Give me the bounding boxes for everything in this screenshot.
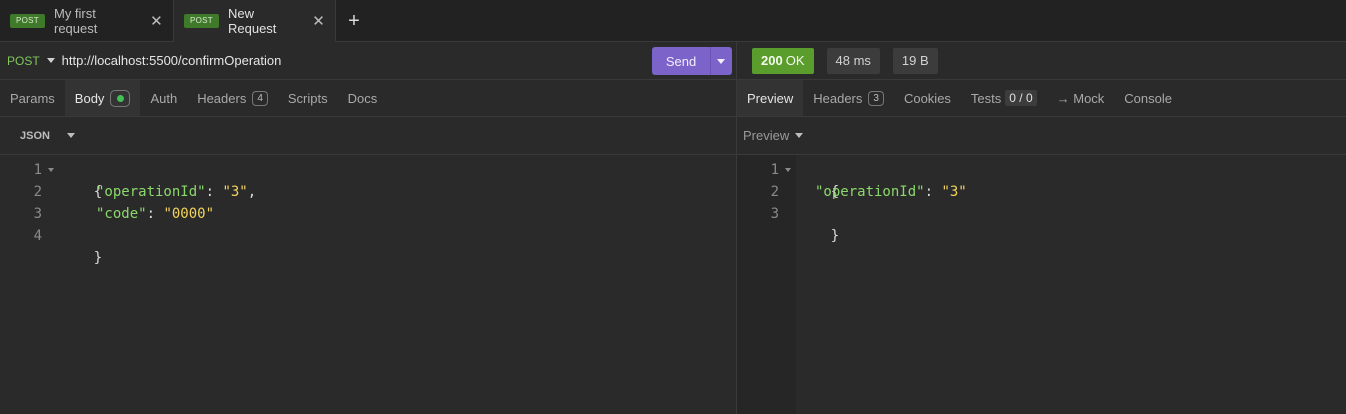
close-icon[interactable]: ✕ (150, 12, 163, 30)
tab-label: Cookies (903, 90, 951, 106)
tab-docs[interactable]: Docs (338, 80, 388, 116)
response-body-viewer[interactable]: 1 2 3 { "operationId": "3" } (737, 155, 1346, 414)
url-input[interactable]: http://localhost:5500/confirmOperation (62, 53, 282, 68)
json-key: "operationId" (96, 184, 206, 200)
tab-label: Docs (347, 90, 378, 106)
response-tabs: Preview Headers 3 Cookies Tests 0 / 0 → … (737, 80, 1346, 117)
tab-label: → Mock (1056, 90, 1105, 106)
active-dot-icon (110, 89, 131, 107)
tab-label: Preview (747, 90, 794, 106)
code-line: "code": "0000" (96, 203, 214, 225)
line-number: 3 (770, 206, 779, 222)
status-badge: 200 OK (752, 47, 814, 74)
tab-auth[interactable]: Auth (140, 80, 187, 116)
json-value: "3" (941, 184, 967, 200)
line-number: 4 (33, 228, 42, 244)
tab-label: Params (10, 90, 55, 106)
tab-new-request[interactable]: POST New Request ✕ (174, 0, 336, 42)
chevron-down-icon[interactable] (46, 58, 55, 63)
code-line: { (60, 159, 102, 200)
add-tab-button[interactable]: + (336, 0, 372, 42)
tab-strip: POST My first request ✕ POST New Request… (0, 0, 1346, 42)
chevron-down-icon[interactable] (717, 58, 725, 64)
request-url-bar: POST http://localhost:5500/confirmOperat… (0, 42, 736, 80)
close-icon[interactable]: ✕ (312, 12, 325, 30)
response-size-badge: 19 B (892, 47, 938, 74)
body-format-select[interactable]: JSON (20, 130, 50, 142)
send-label: Send (665, 53, 697, 69)
method-badge: POST (184, 13, 219, 28)
tab-scripts[interactable]: Scripts (278, 80, 338, 116)
line-number: 1 (33, 162, 42, 178)
tab-title: New Request (227, 5, 277, 36)
tab-label: Auth (150, 90, 178, 106)
tests-count-badge: 0 / 0 (1005, 90, 1037, 106)
tab-label: Headers (813, 90, 863, 106)
send-button[interactable]: Send (652, 47, 732, 75)
code-line: "operationId": "3" (815, 181, 967, 203)
tab-console[interactable]: Console (1114, 80, 1182, 116)
tab-label: Console (1124, 90, 1172, 106)
response-status-bar: 200 OK 48 ms 19 B (737, 42, 1346, 80)
tab-preview[interactable]: Preview (737, 80, 804, 116)
body-type-bar: JSON (0, 117, 736, 155)
tab-label: Headers (197, 90, 247, 106)
tab-tests[interactable]: Tests 0 / 0 (961, 80, 1047, 116)
chevron-down-icon[interactable] (795, 133, 804, 138)
tab-title: My first request (53, 6, 98, 36)
tab-label: Tests (970, 90, 1002, 106)
tab-mock[interactable]: → Mock (1047, 80, 1115, 116)
code-line: { (797, 159, 839, 200)
status-code: 200 (761, 53, 783, 68)
code-line: } (797, 203, 839, 244)
request-tabs: Params Body Auth Headers 4 Scripts Docs (0, 80, 736, 117)
tab-label: Scripts (287, 90, 328, 106)
fold-icon[interactable] (785, 168, 791, 172)
headers-count-badge: 4 (252, 90, 268, 106)
headers-count-badge: 3 (868, 90, 884, 106)
status-text: OK (785, 53, 805, 68)
code-line: "operationId": "3", (96, 181, 256, 203)
json-comma: , (247, 184, 257, 200)
preview-mode-bar: Preview (737, 117, 1346, 155)
line-number: 3 (33, 206, 42, 222)
tab-response-headers[interactable]: Headers 3 (803, 80, 894, 116)
code-brace: } (830, 228, 840, 244)
tab-params[interactable]: Params (0, 80, 65, 116)
json-value: "3" (222, 184, 248, 200)
method-badge: POST (10, 14, 45, 28)
json-separator: : (924, 184, 942, 200)
line-number: 1 (770, 162, 779, 178)
fold-icon[interactable] (48, 168, 54, 172)
tab-headers[interactable]: Headers 4 (187, 80, 278, 116)
tab-label: Body (74, 90, 105, 106)
line-number: 2 (33, 184, 42, 200)
tab-my-first-request[interactable]: POST My first request ✕ (0, 0, 174, 42)
tab-cookies[interactable]: Cookies (894, 80, 961, 116)
preview-mode-select[interactable]: Preview (743, 128, 789, 143)
json-value: "0000" (163, 206, 215, 222)
chevron-down-icon[interactable] (66, 133, 75, 138)
tab-body[interactable]: Body (64, 80, 141, 116)
json-key: "code" (96, 206, 147, 222)
json-separator: : (205, 184, 223, 200)
code-brace: } (93, 250, 103, 266)
method-select[interactable]: POST (7, 54, 40, 68)
line-number: 2 (770, 184, 779, 200)
request-body-editor[interactable]: 1 2 3 4 { "operationId": "3", "code": "0… (0, 155, 736, 414)
json-key: "operationId" (815, 184, 925, 200)
code-line: } (60, 225, 102, 266)
divider (710, 47, 711, 75)
json-separator: : (146, 206, 164, 222)
response-time-badge: 48 ms (826, 47, 880, 74)
